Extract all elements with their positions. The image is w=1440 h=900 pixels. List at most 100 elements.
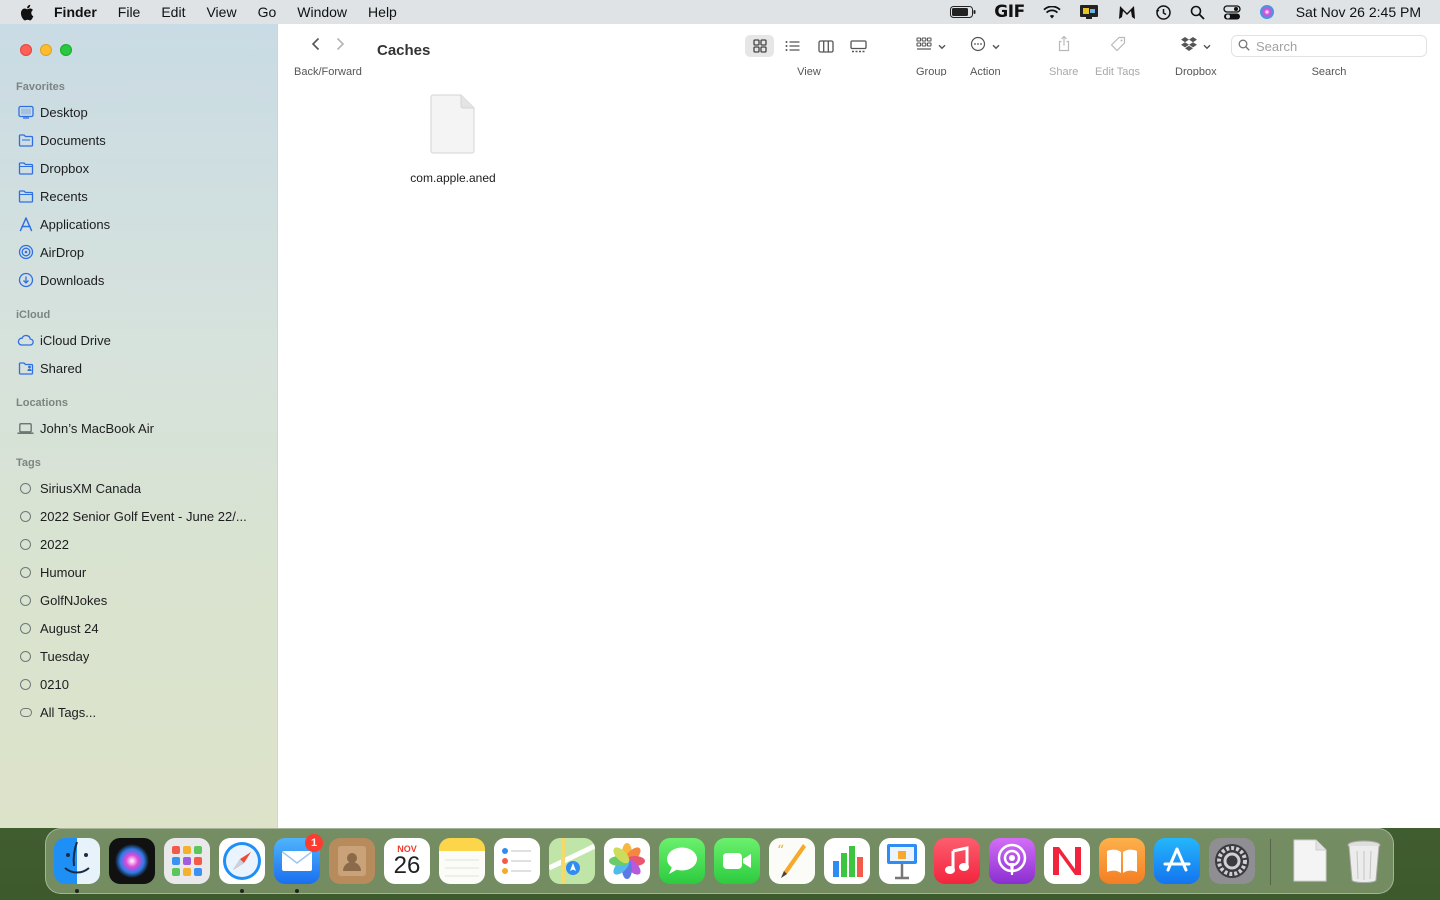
tag-circle-icon	[17, 564, 34, 581]
sidebar-item-airdrop[interactable]: AirDrop	[0, 238, 278, 266]
back-forward-group: Back/Forward	[294, 34, 362, 78]
list-view-icon[interactable]	[778, 35, 807, 57]
menu-edit[interactable]: Edit	[161, 4, 185, 20]
facetime-dock-icon[interactable]	[714, 838, 760, 884]
icon-view-icon[interactable]	[745, 35, 774, 57]
column-view-icon[interactable]	[811, 35, 840, 57]
music-dock-icon[interactable]	[934, 838, 980, 884]
file-name: com.apple.aned	[410, 171, 496, 185]
control-center-icon[interactable]	[1223, 4, 1241, 20]
sidebar-item-label: GolfNJokes	[40, 592, 108, 608]
siri-icon[interactable]	[1259, 4, 1275, 20]
siri-dock-icon[interactable]	[109, 838, 155, 884]
share-button[interactable]: Share	[1049, 34, 1078, 78]
sidebar-tag-item[interactable]: GolfNJokes	[0, 586, 278, 614]
gif-icon[interactable]: GIF	[994, 2, 1025, 22]
file-item[interactable]: com.apple.aned	[398, 94, 508, 185]
dock-separator	[1270, 839, 1271, 885]
reminders-dock-icon[interactable]	[494, 838, 540, 884]
search-field[interactable]	[1231, 35, 1427, 57]
sidebar-item-macbook[interactable]: John’s MacBook Air	[0, 414, 278, 442]
chevron-down-icon	[938, 37, 946, 55]
pages-dock-icon[interactable]: “	[769, 838, 815, 884]
trash-dock-icon[interactable]	[1341, 838, 1387, 884]
dropbox-button[interactable]: Dropbox	[1175, 34, 1217, 78]
sidebar-locations-header: Locations	[16, 397, 68, 409]
close-window-button[interactable]	[20, 44, 32, 56]
minimize-window-button[interactable]	[40, 44, 52, 56]
edit-tags-button[interactable]: Edit Tags	[1095, 34, 1140, 78]
file-browser-content: com.apple.aned	[278, 76, 1440, 828]
menu-clock[interactable]: Sat Nov 26 2:45 PM	[1296, 4, 1421, 20]
app-store-dock-icon[interactable]	[1154, 838, 1200, 884]
back-chevron-icon[interactable]	[311, 37, 321, 56]
sidebar-tag-item[interactable]: Tuesday	[0, 642, 278, 670]
menu-help[interactable]: Help	[368, 4, 397, 20]
gallery-view-icon[interactable]	[844, 35, 873, 57]
menu-go[interactable]: Go	[258, 4, 277, 20]
running-indicator	[240, 889, 244, 893]
folder-icon	[17, 188, 34, 205]
sidebar-item-shared[interactable]: Shared	[0, 354, 278, 382]
finder-dock-icon[interactable]	[54, 838, 100, 884]
forward-chevron-icon[interactable]	[335, 37, 345, 56]
spotlight-search-icon[interactable]	[1190, 5, 1205, 20]
all-tags-icon	[17, 704, 34, 721]
sidebar-tag-item[interactable]: Humour	[0, 558, 278, 586]
action-button[interactable]: Action	[970, 34, 1001, 78]
safari-dock-icon[interactable]	[219, 838, 265, 884]
photos-dock-icon[interactable]	[604, 838, 650, 884]
sidebar-tag-item[interactable]: 0210	[0, 670, 278, 698]
menu-file[interactable]: File	[118, 4, 141, 20]
sidebar-item-dropbox[interactable]: Dropbox	[0, 154, 278, 182]
laptop-icon	[17, 420, 34, 437]
numbers-dock-icon[interactable]	[824, 838, 870, 884]
sidebar-tag-item[interactable]: SiriusXM Canada	[0, 474, 278, 502]
sidebar-item-desktop[interactable]: Desktop	[0, 98, 278, 126]
calendar-dock-icon[interactable]: NOV 26	[384, 838, 430, 884]
menu-app-name[interactable]: Finder	[54, 4, 97, 20]
search-input[interactable]	[1256, 38, 1416, 54]
downloads-icon	[17, 272, 34, 289]
sidebar-item-label: Documents	[40, 132, 106, 148]
tag-circle-icon	[17, 620, 34, 637]
sidebar-item-downloads[interactable]: Downloads	[0, 266, 278, 294]
sidebar-item-label: Recents	[40, 188, 88, 204]
keynote-dock-icon[interactable]	[879, 838, 925, 884]
search-group: Search	[1231, 34, 1427, 78]
apple-menu-icon[interactable]	[19, 4, 35, 20]
desktop-icon	[17, 104, 34, 121]
messages-dock-icon[interactable]	[659, 838, 705, 884]
podcasts-dock-icon[interactable]	[989, 838, 1035, 884]
system-preferences-dock-icon[interactable]	[1209, 838, 1255, 884]
window-controls	[20, 44, 72, 56]
wifi-icon[interactable]	[1043, 5, 1061, 19]
group-button[interactable]: Group	[916, 34, 947, 78]
launchpad-dock-icon[interactable]	[164, 838, 210, 884]
remote-desktop-icon[interactable]	[1079, 4, 1099, 20]
menu-window[interactable]: Window	[297, 4, 347, 20]
notes-dock-icon[interactable]	[439, 838, 485, 884]
sidebar-item-documents[interactable]: Documents	[0, 126, 278, 154]
battery-icon[interactable]	[950, 6, 976, 18]
maps-dock-icon[interactable]	[549, 838, 595, 884]
maximize-window-button[interactable]	[60, 44, 72, 56]
sidebar-tag-item[interactable]: 2022	[0, 530, 278, 558]
documents-stack-dock-icon[interactable]	[1286, 838, 1332, 884]
malwarebytes-icon[interactable]	[1117, 4, 1137, 20]
sidebar-item-recents[interactable]: Recents	[0, 182, 278, 210]
books-dock-icon[interactable]	[1099, 838, 1145, 884]
contacts-dock-icon[interactable]	[329, 838, 375, 884]
sidebar-item-applications[interactable]: Applications	[0, 210, 278, 238]
time-machine-icon[interactable]	[1155, 4, 1172, 21]
menu-view[interactable]: View	[206, 4, 236, 20]
sidebar-locations-section: Locations John’s MacBook Air	[0, 397, 278, 442]
sidebar-item-icloud-drive[interactable]: iCloud Drive	[0, 326, 278, 354]
sidebar-tag-item[interactable]: 2022 Senior Golf Event - June 22/...	[0, 502, 278, 530]
news-dock-icon[interactable]	[1044, 838, 1090, 884]
sidebar-tag-item[interactable]: August 24	[0, 614, 278, 642]
sidebar-all-tags[interactable]: All Tags...	[0, 698, 278, 726]
sidebar-tags-header: Tags	[16, 457, 41, 469]
dock: 1 NOV 26 “	[45, 828, 1394, 894]
sidebar-favorites-section: Favorites Desktop Documents Dropbox Rece…	[0, 81, 278, 294]
